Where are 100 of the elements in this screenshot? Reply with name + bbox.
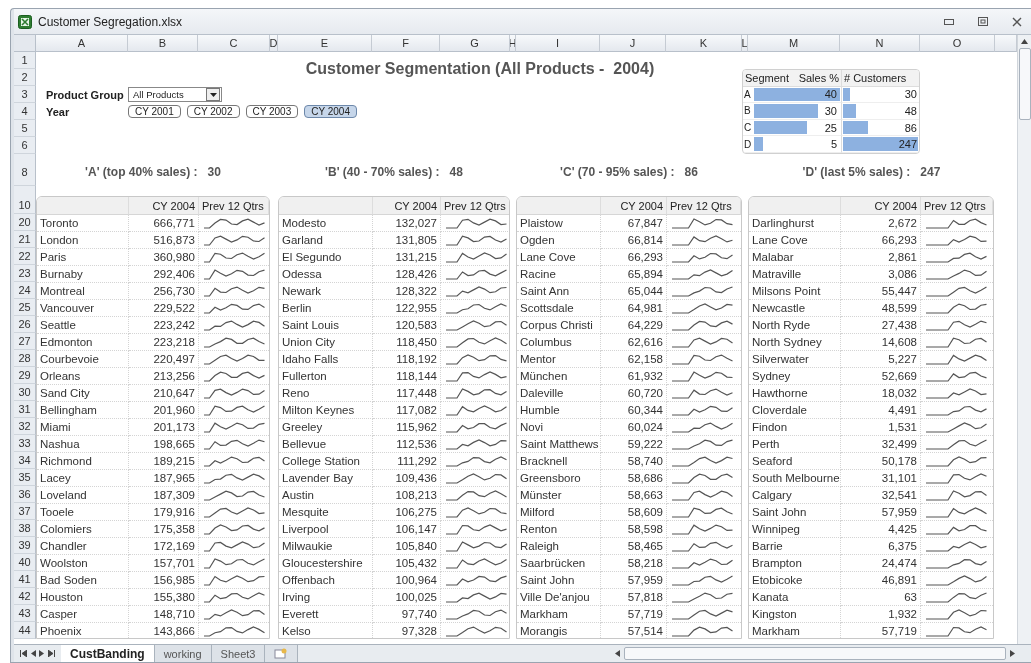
row-header[interactable]: 10 (14, 196, 36, 214)
segment-count: 247 (920, 165, 941, 179)
column-header[interactable]: M (748, 35, 840, 52)
table-cell: 60,720 (601, 385, 667, 402)
table-cell: 59,222 (601, 436, 667, 453)
table-cell: Courbevoie (37, 351, 129, 368)
year-button[interactable]: CY 2003 (245, 105, 299, 118)
scrollbar-thumb[interactable] (624, 647, 1006, 660)
sheet-tab[interactable]: Sheet3 (211, 645, 266, 662)
column-header[interactable]: F (372, 35, 440, 52)
table-cell: 187,965 (129, 470, 199, 487)
row-header[interactable]: 34 (14, 452, 36, 469)
table-cell: 57,514 (601, 623, 667, 638)
column-heading: CY 2004 (373, 197, 441, 215)
row-header[interactable]: 44 (14, 622, 36, 639)
table-cell: Tooele (37, 504, 129, 521)
table-cell: 97,740 (373, 606, 441, 623)
row-header[interactable]: 43 (14, 605, 36, 622)
column-heading: Prev 12 Qtrs (921, 197, 993, 215)
row-header[interactable]: 36 (14, 486, 36, 503)
column-header[interactable]: A (36, 35, 128, 52)
sparkline (924, 624, 990, 638)
row-header[interactable]: 1 (14, 52, 36, 69)
row-header[interactable]: 3 (14, 86, 36, 103)
vertical-scrollbar[interactable] (1017, 35, 1031, 644)
column-header[interactable]: E (278, 35, 372, 52)
row-header[interactable]: 33 (14, 435, 36, 452)
row-header[interactable]: 24 (14, 282, 36, 299)
row-header[interactable]: 25 (14, 299, 36, 316)
row-header[interactable]: 31 (14, 401, 36, 418)
row-header[interactable]: 21 (14, 231, 36, 248)
row-header[interactable]: 41 (14, 571, 36, 588)
row-header[interactable]: 2 (14, 69, 36, 86)
next-sheet-icon[interactable] (39, 650, 45, 657)
table-cell: 105,840 (373, 538, 441, 555)
row-header[interactable]: 42 (14, 588, 36, 605)
row-header[interactable]: 32 (14, 418, 36, 435)
row-header[interactable]: 40 (14, 554, 36, 571)
table-cell: Saarbrücken (517, 555, 601, 572)
row-header[interactable]: 27 (14, 333, 36, 350)
column-header[interactable]: I (516, 35, 600, 52)
table-cell: 67,847 (601, 215, 667, 232)
scroll-up-icon[interactable] (1021, 39, 1028, 44)
year-button[interactable]: CY 2002 (186, 105, 240, 118)
product-group-dropdown[interactable]: All Products (128, 87, 222, 102)
year-button[interactable]: CY 2004 (304, 105, 357, 118)
scroll-right-icon[interactable] (1010, 650, 1015, 657)
table-cell: Union City (279, 334, 373, 351)
scrollbar-thumb[interactable] (1018, 48, 1031, 120)
spreadsheet-icon (18, 14, 32, 29)
row-header[interactable]: 35 (14, 469, 36, 486)
row-header[interactable]: 28 (14, 350, 36, 367)
row-header[interactable]: 4 (14, 103, 36, 120)
table-cell: Malabar (749, 249, 841, 266)
sheet-tab[interactable]: CustBanding (61, 645, 155, 662)
table-cell: 55,447 (841, 283, 921, 300)
previous-sheet-icon[interactable] (30, 650, 36, 657)
column-header[interactable]: N (840, 35, 920, 52)
table-cell: 60,024 (601, 419, 667, 436)
table-cell: Burnaby (37, 266, 129, 283)
last-sheet-icon[interactable] (48, 650, 55, 657)
table-cell: 58,609 (601, 504, 667, 521)
table-cell: Barrie (749, 538, 841, 555)
column-header[interactable]: C (198, 35, 270, 52)
scroll-left-icon[interactable] (615, 650, 620, 657)
table-cell: Greeley (279, 419, 373, 436)
table-cell: 66,293 (601, 249, 667, 266)
row-header[interactable]: 30 (14, 384, 36, 401)
year-button[interactable]: CY 2001 (128, 105, 181, 118)
column-header[interactable]: J (600, 35, 666, 52)
row-header[interactable]: 29 (14, 367, 36, 384)
sparkline (924, 505, 990, 519)
segment-count: 30 (207, 165, 221, 179)
column-header[interactable]: B (128, 35, 198, 52)
table-cell: Bellevue (279, 436, 373, 453)
table-cell: Irving (279, 589, 373, 606)
row-header[interactable]: 20 (14, 214, 36, 231)
column-header[interactable]: G (440, 35, 510, 52)
table-cell: 229,522 (129, 300, 199, 317)
row-header[interactable]: 6 (14, 137, 36, 154)
table-cell: Idaho Falls (279, 351, 373, 368)
table-cell: 32,499 (841, 436, 921, 453)
table-cell: 6,375 (841, 538, 921, 555)
table-cell: 57,959 (841, 504, 921, 521)
table-cell: Casper (37, 606, 129, 623)
sparkline (670, 352, 736, 366)
row-header[interactable]: 38 (14, 520, 36, 537)
column-header[interactable]: K (666, 35, 742, 52)
sheet-tab[interactable]: working (154, 645, 212, 662)
row-header[interactable]: 26 (14, 316, 36, 333)
column-header[interactable]: O (920, 35, 995, 52)
sparkline (924, 369, 990, 383)
row-header[interactable]: 5 (14, 120, 36, 137)
row-header[interactable]: 8 (14, 158, 36, 186)
table-cell: Edmonton (37, 334, 129, 351)
first-sheet-icon[interactable] (20, 650, 27, 657)
row-header[interactable]: 22 (14, 248, 36, 265)
row-header[interactable]: 39 (14, 537, 36, 554)
row-header[interactable]: 23 (14, 265, 36, 282)
row-header[interactable]: 37 (14, 503, 36, 520)
